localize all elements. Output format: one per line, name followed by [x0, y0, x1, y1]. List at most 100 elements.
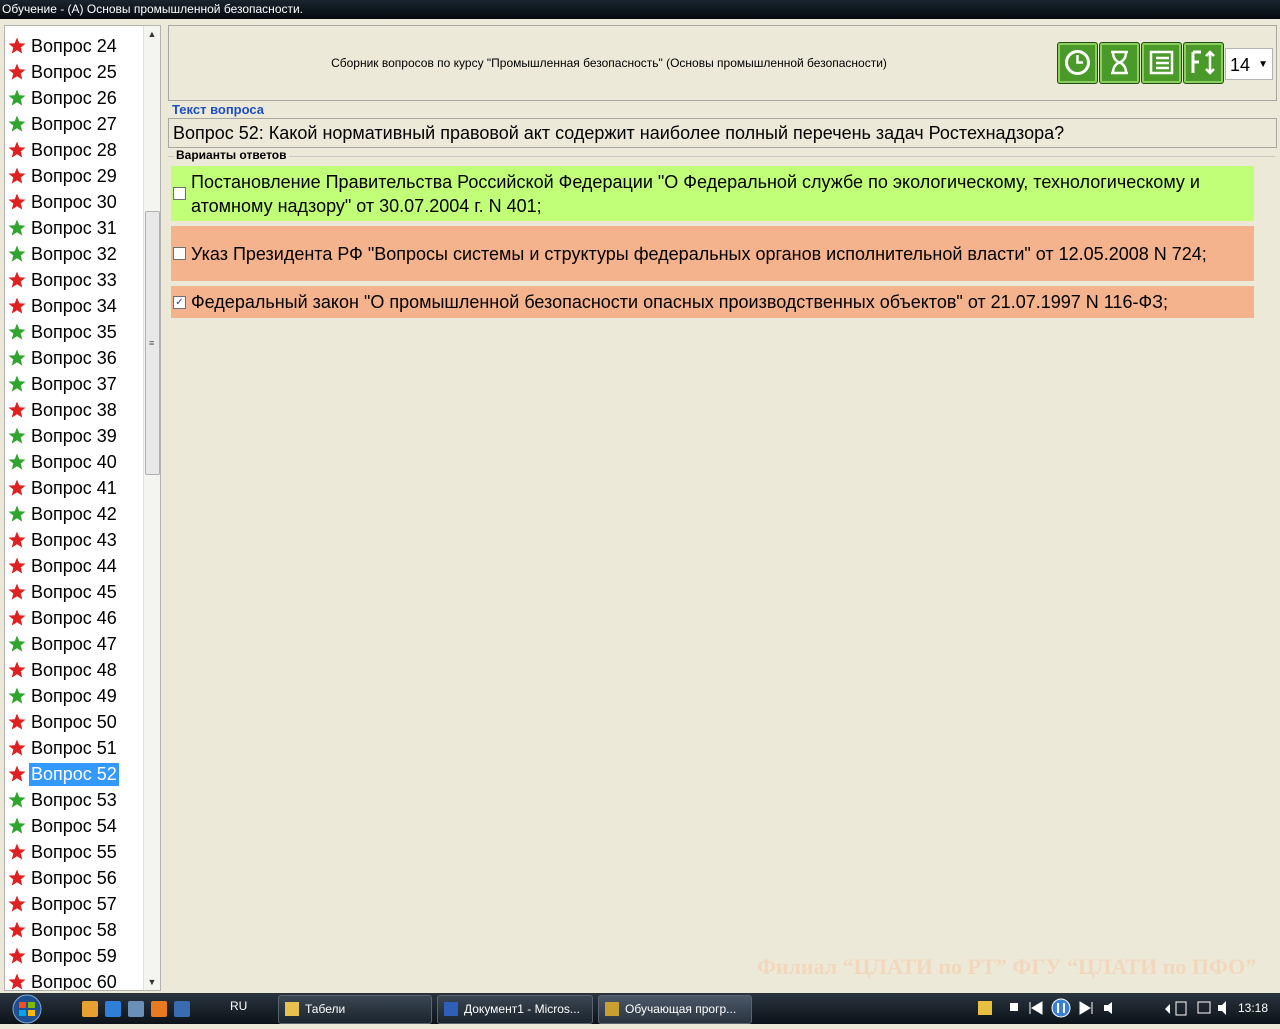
question-list-item[interactable]: Вопрос 36	[8, 346, 119, 370]
task-label: Документ1 - Micros...	[464, 1002, 580, 1016]
question-list-item-label: Вопрос 32	[31, 243, 117, 264]
clock-icon	[1065, 50, 1090, 75]
question-list-item[interactable]: Вопрос 49	[8, 684, 119, 708]
question-list-item-label: Вопрос 26	[31, 87, 117, 108]
question-list-item[interactable]: Вопрос 47	[8, 632, 119, 656]
list-icon	[1149, 50, 1174, 75]
question-list-item[interactable]: Вопрос 54	[8, 814, 119, 838]
question-list-item[interactable]: Вопрос 53	[8, 788, 119, 812]
internet-explorer-icon[interactable]	[105, 1001, 121, 1017]
question-list-item[interactable]: Вопрос 35	[8, 320, 119, 344]
question-list-item[interactable]: Вопрос 24	[8, 34, 119, 58]
answer-checkbox[interactable]	[173, 187, 186, 200]
question-list-item[interactable]: Вопрос 39	[8, 424, 119, 448]
scroll-down-icon[interactable]: ▼	[144, 974, 160, 990]
question-list-item[interactable]: Вопрос 42	[8, 502, 119, 526]
folder-icon	[285, 1002, 299, 1016]
question-list-item[interactable]: Вопрос 32	[8, 242, 119, 266]
answer-text: Федеральный закон "О промышленной безопа…	[191, 292, 1169, 312]
question-list-item[interactable]: Вопрос 44	[8, 554, 119, 578]
answer-checkbox[interactable]	[173, 247, 186, 260]
green-star-icon	[8, 323, 26, 340]
green-star-icon	[8, 453, 26, 470]
media-player-icon[interactable]	[151, 1001, 167, 1017]
question-list-item[interactable]: Вопрос 50	[8, 710, 119, 734]
answer-option[interactable]: Указ Президента РФ "Вопросы системы и ст…	[171, 226, 1254, 281]
question-list-item[interactable]: Вопрос 33	[8, 268, 119, 292]
question-list-item[interactable]: Вопрос 48	[8, 658, 119, 682]
question-list-item[interactable]: Вопрос 60	[8, 970, 119, 990]
question-list-item[interactable]: Вопрос 41	[8, 476, 119, 500]
question-list-item[interactable]: Вопрос 58	[8, 918, 119, 942]
network-icon[interactable]	[1197, 1001, 1211, 1014]
show-desktop-icon[interactable]	[128, 1001, 144, 1017]
question-list-item[interactable]: Вопрос 51	[8, 736, 119, 760]
watermark: Филиал “ЦЛАТИ по РТ” ФГУ “ЦЛАТИ по ПФО”	[757, 954, 1257, 979]
language-indicator[interactable]: RU	[230, 999, 247, 1013]
question-list-item[interactable]: Вопрос 34	[8, 294, 119, 318]
question-list-item-label: Вопрос 54	[31, 815, 117, 836]
task-training-program[interactable]: Обучающая прогр...	[598, 995, 752, 1024]
question-list-item[interactable]: Вопрос 28	[8, 138, 119, 162]
question-list[interactable]: Вопрос 24 Вопрос 25 Вопрос 26 Вопрос 27 Вопр…	[4, 25, 161, 991]
question-list-item[interactable]: Вопрос 25	[8, 60, 119, 84]
question-list-item-label: Вопрос 44	[31, 555, 117, 576]
green-star-icon	[8, 791, 26, 808]
question-list-item[interactable]: Вопрос 26	[8, 86, 119, 110]
question-list-scrollbar[interactable]: ▲ ≡ ▼	[143, 26, 160, 990]
question-list-item-label: Вопрос 34	[31, 295, 117, 316]
question-list-item[interactable]: Вопрос 31	[8, 216, 119, 240]
answer-option[interactable]: ✓ Федеральный закон "О промышленной безо…	[171, 286, 1254, 318]
question-list-item[interactable]: Вопрос 37	[8, 372, 119, 396]
question-list-item[interactable]: Вопрос 57	[8, 892, 119, 916]
task-word-document[interactable]: Документ1 - Micros...	[437, 995, 593, 1024]
question-list-item[interactable]: Вопрос 55	[8, 840, 119, 864]
question-list-item[interactable]: Вопрос 43	[8, 528, 119, 552]
red-star-icon	[8, 167, 26, 184]
red-star-icon	[8, 947, 26, 964]
question-list-item-label: Вопрос 57	[31, 893, 117, 914]
timer-button[interactable]	[1057, 42, 1098, 84]
question-list-item[interactable]: Вопрос 29	[8, 164, 119, 188]
question-list-item-label: Вопрос 36	[31, 347, 117, 368]
question-list-item[interactable]: Вопрос 56	[8, 866, 119, 890]
question-list-item[interactable]: Вопрос 52	[8, 762, 119, 786]
scroll-up-icon[interactable]: ▲	[144, 26, 160, 42]
speaker-icon[interactable]	[1218, 1001, 1226, 1015]
app-icon	[605, 1002, 619, 1016]
question-list-button[interactable]	[1141, 42, 1182, 84]
stop-icon	[1010, 1003, 1018, 1011]
question-list-item[interactable]: Вопрос 59	[8, 944, 119, 968]
question-list-item[interactable]: Вопрос 45	[8, 580, 119, 604]
font-size-button[interactable]	[1183, 42, 1224, 84]
taskbar-clock[interactable]: 13:18	[1238, 1001, 1268, 1015]
question-list-item[interactable]: Вопрос 27	[8, 112, 119, 136]
question-list-item[interactable]: Вопрос 46	[8, 606, 119, 630]
answer-checkbox[interactable]: ✓	[173, 295, 186, 309]
battery-icon[interactable]	[1175, 1001, 1187, 1016]
hourglass-button[interactable]	[1099, 42, 1140, 84]
red-star-icon	[8, 921, 26, 938]
question-list-item-label: Вопрос 41	[31, 477, 117, 498]
app-main: Вопрос 24 Вопрос 25 Вопрос 26 Вопрос 27 Вопр…	[0, 19, 1280, 993]
clock-app-icon[interactable]	[82, 1001, 98, 1017]
red-star-icon	[8, 297, 26, 314]
question-list-item[interactable]: Вопрос 40	[8, 450, 119, 474]
answers-group: Варианты ответов Постановление Правитель…	[168, 148, 1275, 993]
tray-expand-icon[interactable]	[1165, 1004, 1170, 1014]
red-star-icon	[8, 739, 26, 756]
scroll-grip-icon: ≡	[149, 338, 155, 348]
font-size-select[interactable]: 14 ▼	[1225, 48, 1273, 80]
task-tabeli[interactable]: Табели	[278, 995, 432, 1024]
media-controls[interactable]	[976, 997, 1136, 1019]
start-button[interactable]	[4, 993, 50, 1024]
switch-windows-icon[interactable]	[174, 1001, 190, 1017]
question-list-item-label: Вопрос 45	[31, 581, 117, 602]
scroll-thumb[interactable]: ≡	[145, 211, 160, 475]
red-star-icon	[8, 583, 26, 600]
question-list-item[interactable]: Вопрос 38	[8, 398, 119, 422]
question-list-item-label: Вопрос 53	[31, 789, 117, 810]
answer-option[interactable]: Постановление Правительства Российской Ф…	[171, 166, 1254, 221]
red-star-icon	[8, 843, 26, 860]
question-list-item[interactable]: Вопрос 30	[8, 190, 119, 214]
